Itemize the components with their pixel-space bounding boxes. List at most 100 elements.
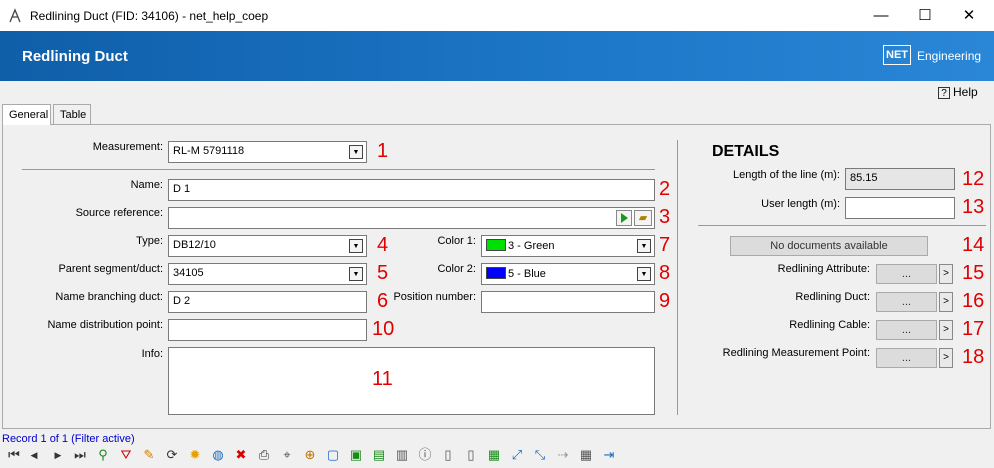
tab-general[interactable]: General xyxy=(2,104,51,125)
chevron-down-icon: ▼ xyxy=(349,239,363,253)
exit-icon[interactable]: ⇥ xyxy=(601,447,617,463)
image-add-icon[interactable]: ▦ xyxy=(486,447,502,463)
layer-icon[interactable]: ▣ xyxy=(348,447,364,463)
add-filter-icon[interactable]: ⚲ xyxy=(95,447,111,463)
redlining-cable-browse[interactable]: ... xyxy=(876,320,937,340)
documents-button[interactable]: No documents available xyxy=(730,236,928,256)
position-number-input[interactable] xyxy=(481,291,655,313)
parent-segment-select[interactable]: 34105 ▼ xyxy=(168,263,367,285)
branching-duct-input[interactable]: D 2 xyxy=(168,291,367,313)
redlining-duct-browse[interactable]: ... xyxy=(876,292,937,312)
next-record-icon[interactable]: ▶ xyxy=(50,447,66,463)
chevron-down-icon: ▼ xyxy=(637,267,651,281)
globe-icon[interactable]: ◍ xyxy=(210,447,226,463)
redlining-duct-open[interactable]: > xyxy=(939,292,953,312)
header-banner: Redlining Duct NET Engineering xyxy=(0,31,994,81)
brand-text: Engineering xyxy=(917,49,982,63)
highlight-icon[interactable]: ✹ xyxy=(187,447,203,463)
help-icon: ? xyxy=(938,87,950,99)
distribution-point-input[interactable] xyxy=(168,319,367,341)
redlining-duct-label: Redlining Duct: xyxy=(795,291,870,303)
vertical-divider xyxy=(677,140,678,415)
first-record-icon[interactable]: ⏮ xyxy=(6,447,22,463)
callout-11: 11 xyxy=(372,368,393,390)
measurement-select[interactable]: RL-M 5791118 ▼ xyxy=(168,141,367,163)
type-select[interactable]: DB12/10 ▼ xyxy=(168,235,367,257)
net-logo: NET xyxy=(883,45,911,65)
callout-9: 9 xyxy=(659,290,671,312)
callout-13: 13 xyxy=(962,196,985,218)
maximize-button[interactable]: ☐ xyxy=(902,0,948,31)
color-swatch xyxy=(486,267,506,279)
redlining-attribute-label: Redlining Attribute: xyxy=(777,263,870,275)
name-input[interactable]: D 1 xyxy=(168,179,655,201)
minimize-button[interactable]: — xyxy=(858,0,904,31)
redlining-cable-label: Redlining Cable: xyxy=(789,319,870,331)
line-length-label: Length of the line (m): xyxy=(732,169,840,181)
info-label: Info: xyxy=(141,348,163,360)
callout-10: 10 xyxy=(372,318,395,340)
callout-8: 8 xyxy=(659,262,671,284)
document-chart-icon[interactable]: ▯ xyxy=(463,447,479,463)
layer-stack-icon[interactable]: ▥ xyxy=(394,447,410,463)
delete-icon[interactable]: ✖ xyxy=(233,447,249,463)
callout-17: 17 xyxy=(962,318,985,340)
redlining-attribute-browse[interactable]: ... xyxy=(876,264,937,284)
folder-open-icon: ▰ xyxy=(638,212,648,224)
source-reference-input[interactable] xyxy=(168,207,655,229)
callout-16: 16 xyxy=(962,290,985,312)
callout-4: 4 xyxy=(377,234,389,256)
chevron-down-icon: ▼ xyxy=(637,239,651,253)
callout-14: 14 xyxy=(962,234,985,256)
filter-icon[interactable]: ⛛ xyxy=(118,447,134,463)
go-button[interactable] xyxy=(616,210,632,226)
table-icon[interactable]: ▦ xyxy=(578,447,594,463)
divider xyxy=(22,169,655,170)
name-label: Name: xyxy=(130,179,163,191)
branching-duct-label: Name branching duct: xyxy=(55,291,163,303)
window-title: Redlining Duct (FID: 34106) - net_help_c… xyxy=(30,9,269,23)
chevron-down-icon: ▼ xyxy=(349,267,363,281)
callout-15: 15 xyxy=(962,262,985,284)
redlining-measurement-point-open[interactable]: > xyxy=(939,348,953,368)
chevron-down-icon: ▼ xyxy=(349,145,363,159)
callout-1: 1 xyxy=(377,140,389,162)
previous-record-icon[interactable]: ◀ xyxy=(26,447,42,463)
unlink-icon[interactable]: ⤡ xyxy=(532,447,548,463)
parent-segment-label: Parent segment/duct: xyxy=(58,263,163,275)
callout-3: 3 xyxy=(659,206,671,228)
help-button[interactable]: ? Help xyxy=(938,85,978,99)
document-icon[interactable]: ▯ xyxy=(440,447,456,463)
zoom-icon[interactable]: ⊕ xyxy=(302,447,318,463)
refresh-icon[interactable]: ⟳ xyxy=(164,447,180,463)
redlining-cable-open[interactable]: > xyxy=(939,320,953,340)
details-heading: DETAILS xyxy=(712,143,780,160)
user-length-input[interactable] xyxy=(845,197,955,219)
callout-2: 2 xyxy=(659,178,671,200)
select-icon[interactable]: ⌖ xyxy=(279,447,295,463)
callout-12: 12 xyxy=(962,168,985,190)
folder-open-button[interactable]: ▰ xyxy=(634,210,652,226)
color2-select[interactable]: 5 - Blue ▼ xyxy=(481,263,655,285)
edit-icon[interactable]: ✎ xyxy=(141,447,157,463)
callout-7: 7 xyxy=(659,234,671,256)
callout-18: 18 xyxy=(962,346,985,368)
position-number-label: Position number: xyxy=(393,291,476,303)
redlining-attribute-open[interactable]: > xyxy=(939,264,953,284)
frame-icon[interactable]: ▢ xyxy=(325,447,341,463)
color1-select[interactable]: 3 - Green ▼ xyxy=(481,235,655,257)
close-button[interactable]: ✕ xyxy=(946,0,992,31)
tab-table[interactable]: Table xyxy=(53,104,91,125)
redlining-measurement-point-label: Redlining Measurement Point: xyxy=(722,347,870,359)
last-record-icon[interactable]: ⏭ xyxy=(72,447,88,463)
link-icon[interactable]: ⤢ xyxy=(509,447,525,463)
color2-label: Color 2: xyxy=(437,263,476,275)
print-icon[interactable]: ⎙ xyxy=(256,447,272,463)
color1-label: Color 1: xyxy=(437,235,476,247)
layer-copy-icon[interactable]: ▤ xyxy=(371,447,387,463)
connect-icon[interactable]: ⇢ xyxy=(555,447,571,463)
info-textarea[interactable] xyxy=(168,347,655,415)
info-icon[interactable]: ⓘ xyxy=(417,447,433,463)
distribution-point-label: Name distribution point: xyxy=(47,319,163,331)
redlining-measurement-point-browse[interactable]: ... xyxy=(876,348,937,368)
